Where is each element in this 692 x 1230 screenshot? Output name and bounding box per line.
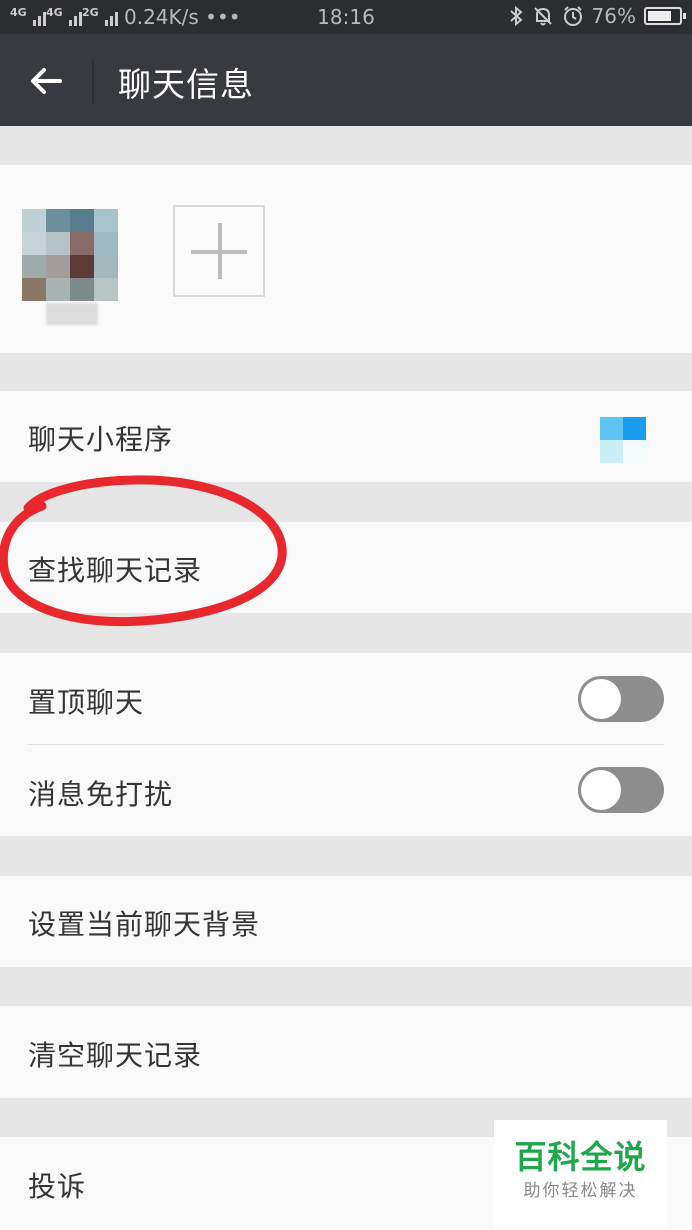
search-history-row[interactable]: 查找聊天记录 xyxy=(0,522,692,613)
toggle-knob xyxy=(581,770,621,810)
status-right: 76% xyxy=(508,4,686,28)
report-label: 投诉 xyxy=(28,1170,87,1203)
mini-program-icon xyxy=(600,417,646,463)
alarm-icon xyxy=(563,6,582,26)
mini-programs-label: 聊天小程序 xyxy=(28,423,174,456)
bell-muted-icon xyxy=(533,7,552,26)
watermark-logo: 百科全说 助你轻松解决 xyxy=(494,1120,667,1228)
chat-background-label: 设置当前聊天背景 xyxy=(28,908,261,941)
watermark-title: 百科全说 xyxy=(514,1138,647,1176)
toggle-knob xyxy=(581,679,621,719)
member-name-blurred xyxy=(46,303,98,325)
member-avatar[interactable] xyxy=(22,209,118,301)
title-bar: 聊天信息 xyxy=(0,34,692,126)
divider xyxy=(28,744,664,745)
toggle-section: 置顶聊天 消息免打扰 xyxy=(0,653,692,836)
battery-level xyxy=(648,11,671,21)
page-title: 聊天信息 xyxy=(118,65,254,104)
clear-history-label: 清空聊天记录 xyxy=(28,1039,203,1072)
battery-percent: 76% xyxy=(591,4,636,28)
mute-label: 消息免打扰 xyxy=(28,778,174,811)
search-history-label: 查找聊天记录 xyxy=(28,554,203,587)
clear-history-row[interactable]: 清空聊天记录 xyxy=(0,1006,692,1098)
pin-chat-toggle[interactable] xyxy=(578,676,664,722)
status-bar: 4G 4G 2G 0.24K/s ••• 18:16 76% xyxy=(0,0,692,34)
battery-icon xyxy=(644,7,686,25)
watermark-subtitle: 助你轻松解决 xyxy=(523,1181,638,1201)
chat-background-row[interactable]: 设置当前聊天背景 xyxy=(0,876,692,967)
bluetooth-icon xyxy=(509,5,523,27)
mute-toggle[interactable] xyxy=(578,767,664,813)
back-arrow-icon[interactable] xyxy=(22,56,72,106)
title-divider xyxy=(92,58,94,104)
add-member-button[interactable] xyxy=(173,205,265,297)
pin-chat-label: 置顶聊天 xyxy=(28,686,145,719)
members-section xyxy=(0,165,692,353)
mini-programs-row[interactable]: 聊天小程序 xyxy=(0,391,692,482)
